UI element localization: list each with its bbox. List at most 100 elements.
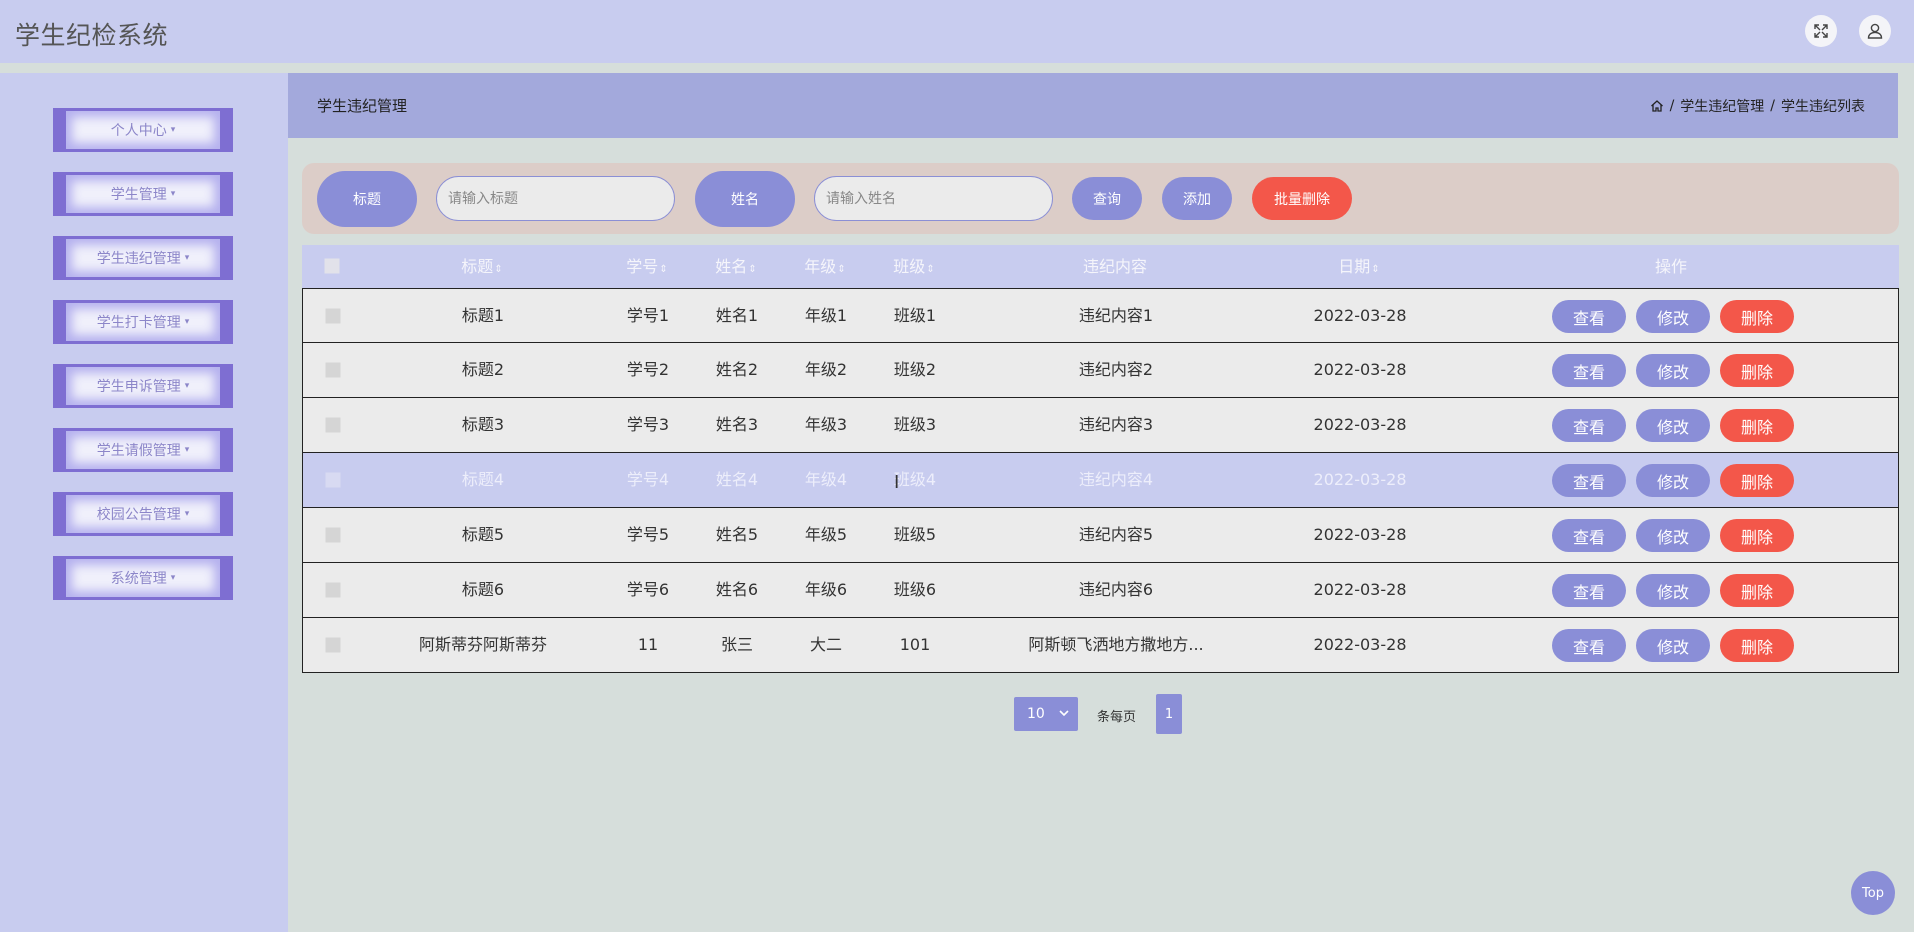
sidebar-item-checkin-management[interactable]: 学生打卡管理 ▾: [53, 300, 233, 344]
row-checkbox[interactable]: [325, 417, 341, 433]
sidebar-item-violation-management[interactable]: 学生违纪管理 ▾: [53, 236, 233, 280]
delete-button[interactable]: 删除: [1720, 629, 1794, 662]
table-row-hovered[interactable]: 标题4 学号4 姓名4 年级4 班级4 违纪内容4 2022-03-28 查看 …: [302, 453, 1899, 508]
sort-icon[interactable]: ⇕: [659, 264, 667, 275]
edit-button[interactable]: 修改: [1636, 300, 1710, 333]
delete-button[interactable]: 删除: [1720, 519, 1794, 552]
row-checkbox[interactable]: [325, 527, 341, 543]
row-checkbox[interactable]: [325, 308, 341, 324]
sidebar-item-student-management[interactable]: 学生管理 ▾: [53, 172, 233, 216]
table-row[interactable]: 标题2 学号2 姓名2 年级2 班级2 违纪内容2 2022-03-28 查看 …: [302, 343, 1899, 398]
column-header-title[interactable]: 标题⇕: [461, 245, 502, 288]
cell-name: 姓名6: [715, 580, 759, 599]
breadcrumb-level-2: 学生违纪列表: [1781, 99, 1865, 115]
row-checkbox[interactable]: [325, 582, 341, 598]
delete-button[interactable]: 删除: [1720, 409, 1794, 442]
add-button[interactable]: 添加: [1162, 177, 1232, 220]
table-row[interactable]: 标题5 学号5 姓名5 年级5 班级5 违纪内容5 2022-03-28 查看 …: [302, 508, 1899, 563]
page-size-select[interactable]: 10: [1014, 697, 1078, 731]
edit-button[interactable]: 修改: [1636, 464, 1710, 497]
table-row[interactable]: 标题6 学号6 姓名6 年级6 班级6 违纪内容6 2022-03-28 查看 …: [302, 563, 1899, 618]
caret-down-icon: ▾: [184, 509, 190, 519]
cell-class: 班级6: [893, 580, 937, 599]
cell-title: 标题6: [461, 580, 505, 599]
column-header-grade[interactable]: 年级⇕: [804, 245, 845, 288]
cell-date: 2022-03-28: [1313, 635, 1407, 654]
sidebar: 个人中心 ▾ 学生管理 ▾ 学生违纪管理 ▾ 学生打卡管理 ▾ 学生申诉管理 ▾ 学生请假…: [0, 73, 288, 932]
cell-student-no: 学号5: [626, 525, 670, 544]
page-number-button[interactable]: 1: [1156, 694, 1182, 734]
title-search-input[interactable]: [436, 176, 675, 221]
edit-button[interactable]: 修改: [1636, 409, 1710, 442]
view-button[interactable]: 查看: [1552, 300, 1626, 333]
view-button[interactable]: 查看: [1552, 629, 1626, 662]
cell-name: 姓名1: [715, 306, 759, 325]
sidebar-item-system-management[interactable]: 系统管理 ▾: [53, 556, 233, 600]
row-checkbox[interactable]: [325, 362, 341, 378]
delete-button[interactable]: 删除: [1720, 354, 1794, 387]
edit-button[interactable]: 修改: [1636, 629, 1710, 662]
cell-date: 2022-03-28: [1313, 360, 1407, 379]
edit-button[interactable]: 修改: [1636, 574, 1710, 607]
select-all-checkbox[interactable]: [324, 258, 340, 274]
user-icon: [1867, 23, 1883, 39]
user-button[interactable]: [1859, 15, 1891, 47]
fullscreen-button[interactable]: [1805, 15, 1837, 47]
delete-button[interactable]: 删除: [1720, 300, 1794, 333]
sidebar-item-leave-management[interactable]: 学生请假管理 ▾: [53, 428, 233, 472]
fullscreen-icon: [1814, 24, 1828, 38]
view-button[interactable]: 查看: [1552, 464, 1626, 497]
column-header-student-no[interactable]: 学号⇕: [626, 245, 667, 288]
sidebar-item-label: 学生申诉管理: [96, 379, 181, 395]
edit-button[interactable]: 修改: [1636, 354, 1710, 387]
sidebar-item-appeal-management[interactable]: 学生申诉管理 ▾: [53, 364, 233, 408]
batch-delete-button[interactable]: 批量删除: [1252, 177, 1352, 220]
cell-class: 班级1: [893, 306, 937, 325]
sidebar-item-personal-center[interactable]: 个人中心 ▾: [53, 108, 233, 152]
sort-icon[interactable]: ⇕: [1371, 264, 1379, 275]
cell-student-no: 11: [637, 635, 659, 654]
sort-icon[interactable]: ⇕: [748, 264, 756, 275]
column-header-date[interactable]: 日期⇕: [1338, 245, 1379, 288]
page-title: 学生违纪管理: [317, 97, 408, 115]
column-header-name[interactable]: 姓名⇕: [715, 245, 756, 288]
view-button[interactable]: 查看: [1552, 574, 1626, 607]
sort-icon[interactable]: ⇕: [926, 264, 934, 275]
column-header-class[interactable]: 班级⇕: [893, 245, 934, 288]
sidebar-item-label: 校园公告管理: [96, 507, 181, 523]
view-button[interactable]: 查看: [1552, 354, 1626, 387]
back-to-top-button[interactable]: Top: [1851, 871, 1895, 915]
cell-grade: 大二: [809, 635, 843, 654]
view-button[interactable]: 查看: [1552, 409, 1626, 442]
delete-button[interactable]: 删除: [1720, 574, 1794, 607]
cell-student-no: 学号1: [626, 306, 670, 325]
table-row[interactable]: 标题3 学号3 姓名3 年级3 班级3 违纪内容3 2022-03-28 查看 …: [302, 398, 1899, 453]
page-header: 学生违纪管理 / 学生违纪管理 / 学生违纪列表: [288, 73, 1898, 138]
cell-student-no: 学号3: [626, 415, 670, 434]
sort-icon[interactable]: ⇕: [494, 264, 502, 275]
row-checkbox[interactable]: [325, 637, 341, 653]
cell-content: 违纪内容4: [1078, 470, 1154, 489]
table-row[interactable]: 标题1 学号1 姓名1 年级1 班级1 违纪内容1 2022-03-28 查看 …: [302, 288, 1899, 343]
cell-content: 违纪内容6: [1078, 580, 1154, 599]
caret-down-icon: ▾: [184, 445, 190, 455]
view-button[interactable]: 查看: [1552, 519, 1626, 552]
breadcrumb-separator: /: [1770, 98, 1775, 114]
sidebar-item-notice-management[interactable]: 校园公告管理 ▾: [53, 492, 233, 536]
cell-title: 标题5: [461, 525, 505, 544]
query-button[interactable]: 查询: [1072, 177, 1142, 220]
cell-class: 班级4: [893, 470, 937, 489]
delete-button[interactable]: 删除: [1720, 464, 1794, 497]
edit-button[interactable]: 修改: [1636, 519, 1710, 552]
cell-content: 违纪内容2: [1078, 360, 1154, 379]
sidebar-item-label: 学生打卡管理: [96, 315, 181, 331]
sort-icon[interactable]: ⇕: [837, 264, 845, 275]
caret-down-icon: ▾: [170, 573, 176, 583]
breadcrumb-level-1[interactable]: 学生违纪管理: [1680, 96, 1764, 116]
name-search-input[interactable]: [814, 176, 1053, 221]
table-row[interactable]: 阿斯蒂芬阿斯蒂芬 11 张三 大二 101 阿斯顿飞洒地方撒地方... 2022…: [302, 618, 1899, 673]
title-filter-label: 标题: [317, 171, 417, 227]
cell-title: 标题4: [461, 470, 505, 489]
home-icon[interactable]: [1650, 99, 1664, 113]
row-checkbox[interactable]: [325, 472, 341, 488]
